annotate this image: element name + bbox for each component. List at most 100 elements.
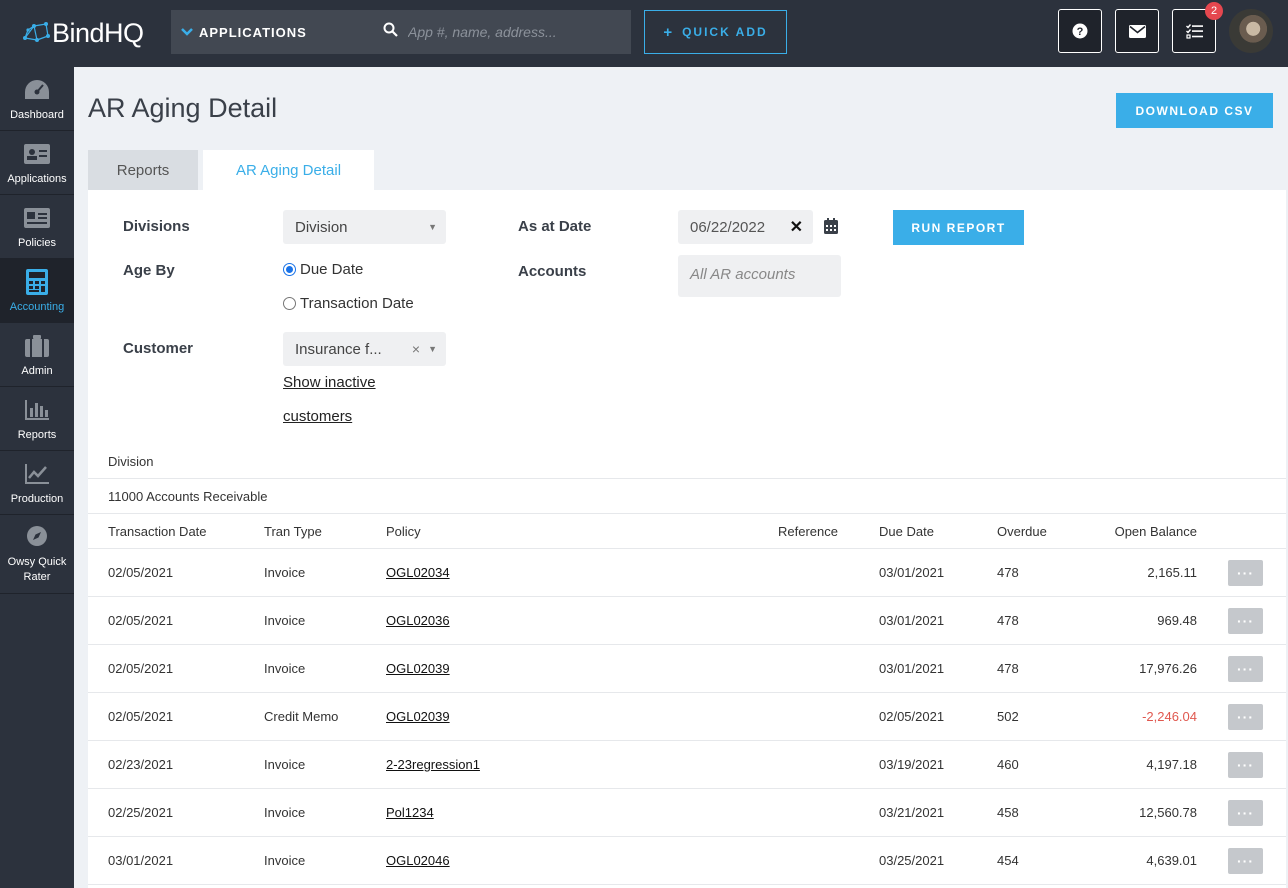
row-more-button[interactable]: ···	[1228, 752, 1263, 778]
tasks-button[interactable]: 2	[1172, 2, 1223, 53]
col-due-date[interactable]: Due Date	[879, 514, 934, 548]
clear-date-icon[interactable]: ✕	[790, 217, 803, 237]
age-by-due-date-option[interactable]: Due Date	[283, 261, 363, 278]
cell-due-date: 03/25/2021	[879, 853, 945, 868]
cell-due-date: 03/19/2021	[879, 757, 945, 772]
cell-overdue: 478	[997, 565, 1019, 580]
tab-ar-aging-detail[interactable]: AR Aging Detail	[203, 150, 374, 190]
sidebar-item-admin[interactable]: Admin	[0, 323, 74, 387]
calendar-icon[interactable]	[824, 218, 838, 239]
applications-dropdown[interactable]: APPLICATIONS	[171, 10, 371, 54]
caret-down-icon: ▼	[428, 222, 437, 232]
sidebar-item-dashboard[interactable]: Dashboard	[0, 67, 74, 131]
tasks-icon	[1185, 23, 1203, 39]
sidebar-item-label: Dashboard	[10, 108, 64, 121]
search-input[interactable]	[408, 24, 608, 40]
accounts-select[interactable]: All AR accounts	[678, 255, 841, 297]
age-by-transaction-date-option[interactable]: Transaction Date	[283, 295, 414, 312]
show-inactive-customers-link[interactable]: Show inactive	[283, 374, 376, 391]
mail-button[interactable]	[1115, 9, 1159, 53]
col-transaction-date[interactable]: Transaction Date	[108, 514, 207, 548]
bindhq-logo[interactable]: BindHQ	[22, 16, 144, 50]
cell-due-date: 02/05/2021	[879, 709, 945, 724]
cell-policy-link[interactable]: OGL02036	[386, 597, 450, 644]
division-select-value: Division	[295, 218, 348, 236]
cell-policy-link[interactable]: OGL02034	[386, 549, 450, 596]
row-more-button[interactable]: ···	[1228, 656, 1263, 682]
show-inactive-customers-link-line2[interactable]: customers	[283, 408, 352, 425]
cell-tran-type: Invoice	[264, 853, 306, 868]
cell-policy-link[interactable]: 2-23regression1	[386, 741, 480, 788]
cell-policy-link[interactable]: OGL02046	[386, 837, 450, 884]
page-title: AR Aging Detail	[88, 93, 278, 123]
cell-due-date: 03/01/2021	[879, 613, 945, 628]
cell-transaction-date: 03/01/2021	[108, 853, 174, 868]
table-row: 02/23/2021 Invoice 2-23regression1 03/19…	[88, 741, 1286, 789]
group-account-row: 11000 Accounts Receivable	[88, 479, 1286, 514]
row-more-button[interactable]: ···	[1228, 800, 1263, 826]
cell-open-balance: 969.48	[1157, 613, 1197, 628]
tab-reports[interactable]: Reports	[88, 150, 198, 190]
radio-transaction-date[interactable]	[283, 297, 296, 310]
col-overdue[interactable]: Overdue	[997, 514, 1047, 548]
sidebar-item-owsy-quick-rater[interactable]: Owsy Quick Rater	[0, 515, 74, 594]
run-report-button[interactable]: RUN REPORT	[893, 210, 1024, 245]
cell-transaction-date: 02/05/2021	[108, 709, 174, 724]
applications-icon	[24, 141, 50, 167]
cell-tran-type: Invoice	[264, 613, 306, 628]
sidebar-item-accounting[interactable]: Accounting	[0, 259, 74, 323]
sidebar-item-label: Owsy Quick Rater	[7, 556, 67, 583]
sidebar-item-applications[interactable]: Applications	[0, 131, 74, 195]
age-by-label: Age By	[123, 262, 175, 279]
cell-overdue: 502	[997, 709, 1019, 724]
row-more-button[interactable]: ···	[1228, 704, 1263, 730]
as-at-date-field[interactable]: 06/22/2022 ✕	[678, 210, 813, 244]
col-policy[interactable]: Policy	[386, 514, 421, 548]
dashboard-icon	[24, 77, 50, 103]
line-chart-icon	[24, 461, 50, 487]
cell-open-balance: 12,560.78	[1139, 805, 1197, 820]
clear-customer-icon[interactable]: ×	[412, 341, 420, 357]
sidebar-item-label: Reports	[17, 428, 57, 441]
customer-select-value: Insurance f...	[295, 340, 382, 358]
col-tran-type[interactable]: Tran Type	[264, 514, 322, 548]
division-select[interactable]: Division ▼	[283, 210, 446, 244]
row-more-button[interactable]: ···	[1228, 608, 1263, 634]
accounts-placeholder: All AR accounts	[690, 266, 796, 283]
cell-transaction-date: 02/05/2021	[108, 565, 174, 580]
cell-transaction-date: 02/05/2021	[108, 613, 174, 628]
quick-add-button[interactable]: + QUICK ADD	[644, 10, 787, 54]
radio-due-date[interactable]	[283, 263, 296, 276]
svg-text:?: ?	[1077, 26, 1084, 38]
age-option-label: Due Date	[300, 261, 364, 278]
cell-policy-link[interactable]: OGL02039	[386, 645, 450, 692]
download-csv-button[interactable]: DOWNLOAD CSV	[1116, 93, 1273, 128]
row-more-button[interactable]: ···	[1228, 848, 1263, 874]
cell-policy-link[interactable]: OGL02039	[386, 693, 450, 740]
cell-overdue: 478	[997, 661, 1019, 676]
cell-tran-type: Invoice	[264, 661, 306, 676]
cell-policy-link[interactable]: Pol1234	[386, 789, 434, 836]
search-icon	[383, 22, 398, 42]
brand-name: BindHQ	[52, 17, 144, 48]
table-row: 02/25/2021 Invoice Pol1234 03/21/2021 45…	[88, 789, 1286, 837]
as-at-date-label: As at Date	[518, 218, 592, 235]
cell-overdue: 458	[997, 805, 1019, 820]
col-open-balance[interactable]: Open Balance	[1088, 514, 1197, 548]
col-reference[interactable]: Reference	[778, 514, 838, 548]
sidebar-item-label: Policies	[18, 236, 56, 249]
cell-tran-type: Invoice	[264, 805, 306, 820]
briefcase-icon	[24, 333, 50, 359]
age-option-label: Transaction Date	[300, 295, 414, 312]
customer-select[interactable]: Insurance f... × ▼	[283, 332, 446, 366]
sidebar-item-policies[interactable]: Policies	[0, 195, 74, 259]
user-avatar[interactable]	[1229, 9, 1273, 53]
help-button[interactable]: ?	[1058, 9, 1102, 53]
table-row: 02/05/2021 Invoice OGL02039 03/01/2021 4…	[88, 645, 1286, 693]
sidebar-item-production[interactable]: Production	[0, 451, 74, 515]
cell-tran-type: Invoice	[264, 565, 306, 580]
row-more-button[interactable]: ···	[1228, 560, 1263, 586]
accounts-label: Accounts	[518, 263, 587, 280]
cell-transaction-date: 02/23/2021	[108, 757, 174, 772]
sidebar-item-reports[interactable]: Reports	[0, 387, 74, 451]
